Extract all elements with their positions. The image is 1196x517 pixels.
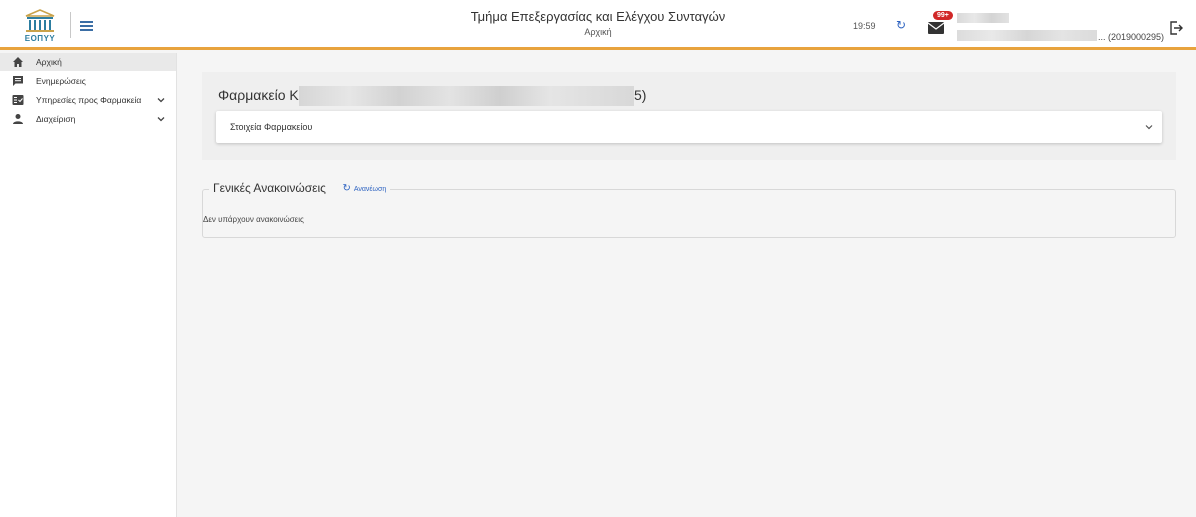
sidebar: Αρχική Ενημερώσεις Υπηρεσίες προς Φαρμακ… bbox=[0, 53, 177, 517]
pharmacy-details-label: Στοιχεία Φαρμακείου bbox=[230, 122, 313, 132]
sidebar-item-label: Ενημερώσεις bbox=[36, 76, 86, 86]
pharmacy-name-redacted bbox=[299, 86, 634, 106]
pharmacy-card: Φαρμακείο Κ 5) Στοιχεία Φαρμακείου bbox=[202, 72, 1176, 160]
chevron-down-icon bbox=[1145, 125, 1153, 130]
announcements-section: Γενικές Ανακοινώσεις ↻ Ανανέωση Δεν υπάρχ… bbox=[202, 181, 1176, 238]
refresh-announcements-button[interactable]: ↻ Ανανέωση bbox=[342, 183, 386, 194]
top-header: ΕΟΠΥΥ Τμήμα Επεξεργασίας και Ελέγχου Συν… bbox=[0, 0, 1196, 50]
announcements-title: Γενικές Ανακοινώσεις bbox=[213, 181, 326, 195]
header-titles: Τμήμα Επεξεργασίας και Ελέγχου Συνταγών … bbox=[350, 9, 846, 37]
refresh-icon: ↻ bbox=[342, 182, 351, 194]
pharmacy-details-panel[interactable]: Στοιχεία Φαρμακείου bbox=[216, 111, 1162, 143]
services-icon bbox=[12, 95, 24, 105]
logout-icon[interactable] bbox=[1168, 20, 1184, 36]
refresh-label: Ανανέωση bbox=[353, 185, 387, 193]
sidebar-item-label: Διαχείριση bbox=[36, 114, 76, 124]
announcements-legend: Γενικές Ανακοινώσεις ↻ Ανανέωση bbox=[209, 181, 391, 199]
user-id: ... (2019000295) bbox=[1098, 32, 1165, 42]
chevron-down-icon bbox=[157, 98, 165, 103]
no-announcements-text: Δεν υπάρχουν ανακοινώσεις bbox=[203, 215, 304, 224]
mail-icon[interactable] bbox=[928, 20, 944, 34]
person-icon bbox=[13, 114, 23, 124]
session-time: 19:59 bbox=[853, 21, 876, 31]
sidebar-item-management[interactable]: Διαχείριση bbox=[0, 110, 176, 128]
session-refresh-icon[interactable]: ↻ bbox=[896, 18, 910, 32]
message-icon bbox=[13, 76, 23, 86]
sidebar-item-home[interactable]: Αρχική bbox=[0, 53, 176, 71]
sidebar-item-label: Αρχική bbox=[36, 57, 62, 67]
pharmacy-title: Φαρμακείο Κ bbox=[218, 87, 299, 103]
page-subtitle: Αρχική bbox=[584, 27, 612, 37]
no-announcements-label: Δεν υπάρχουν ανακοινώσεις bbox=[203, 215, 304, 224]
sidebar-item-label: Υπηρεσίες προς Φαρμακεία bbox=[36, 95, 142, 105]
eopyy-logo: ΕΟΠΥΥ bbox=[20, 8, 60, 44]
sidebar-item-pharmacy-services[interactable]: Υπηρεσίες προς Φαρμακεία bbox=[0, 91, 176, 109]
menu-toggle-icon[interactable] bbox=[77, 15, 97, 35]
user-details-redacted bbox=[957, 30, 1097, 41]
user-name-redacted bbox=[957, 13, 1009, 23]
notification-badge: 99+ bbox=[933, 11, 953, 20]
header-divider bbox=[70, 12, 71, 38]
chevron-down-icon bbox=[157, 117, 165, 122]
logo-text: ΕΟΠΥΥ bbox=[24, 34, 56, 43]
pharmacy-title-end: 5) bbox=[634, 87, 647, 103]
sidebar-item-updates[interactable]: Ενημερώσεις bbox=[0, 72, 176, 90]
app-title: Τμήμα Επεξεργασίας και Ελέγχου Συνταγών bbox=[470, 9, 726, 24]
home-icon bbox=[13, 57, 23, 67]
